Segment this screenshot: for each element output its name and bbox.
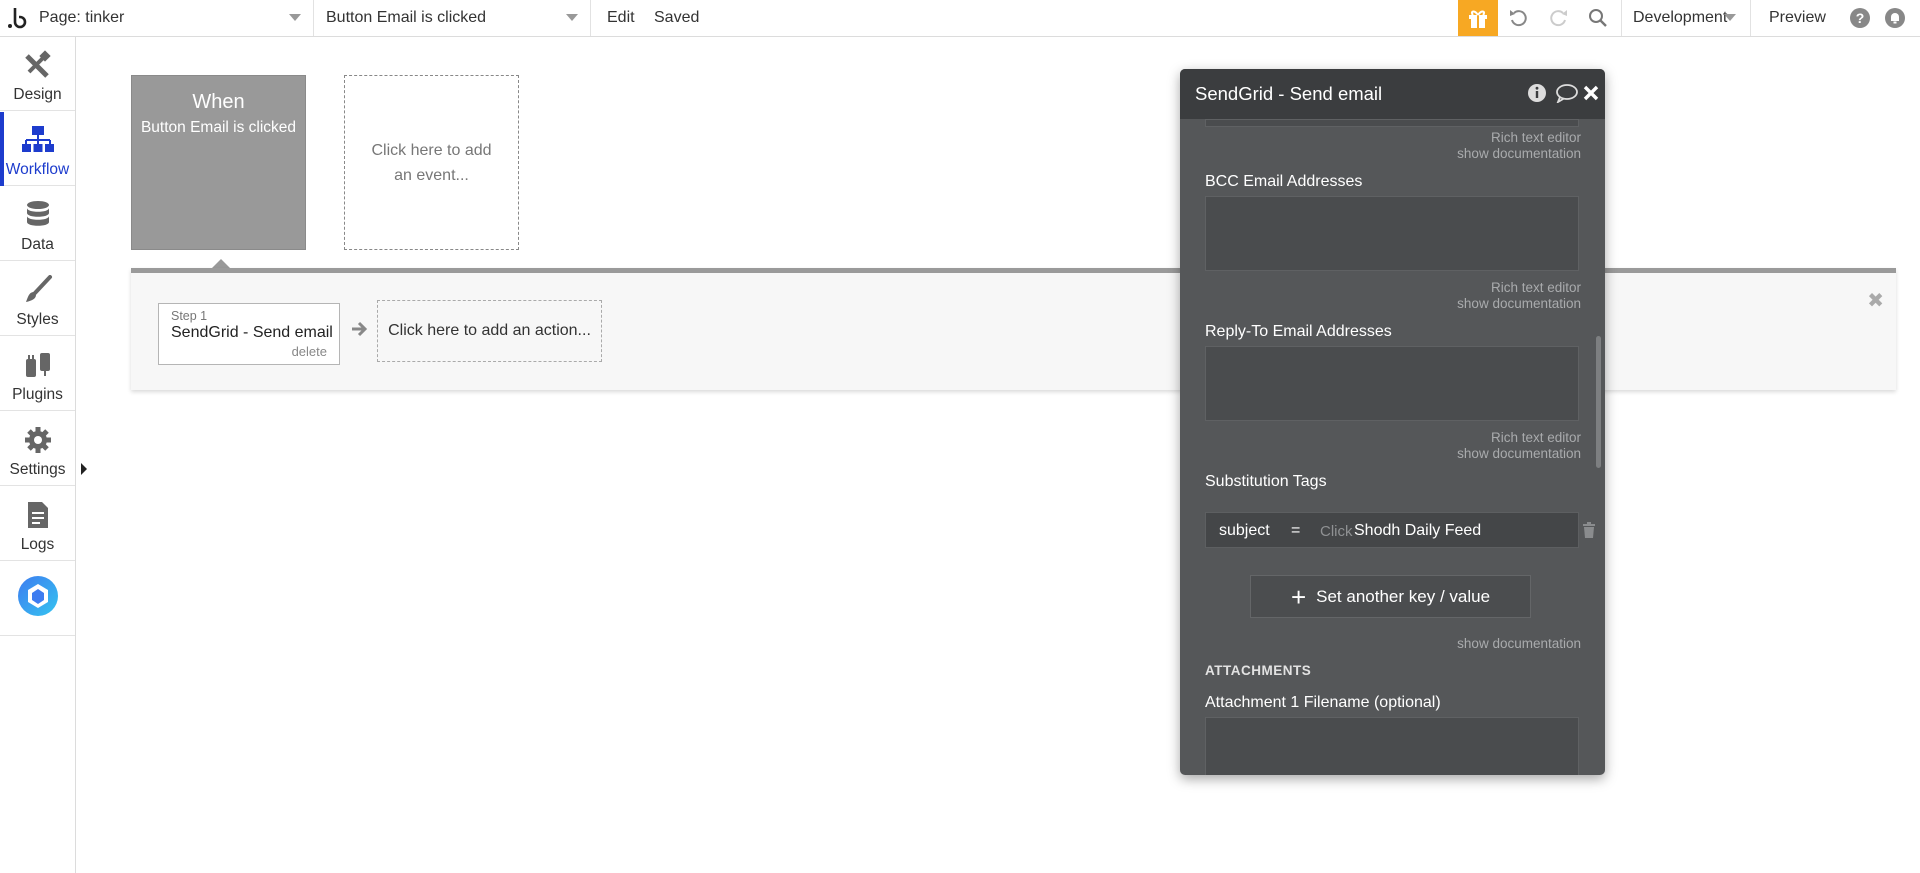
set-another-key-value-button[interactable]: + Set another key / value <box>1250 575 1531 618</box>
notifications-button[interactable] <box>1880 0 1910 36</box>
sidebar-item-label: Data <box>21 236 54 253</box>
bubble-logo-icon[interactable] <box>0 0 34 36</box>
attachments-heading: ATTACHMENTS <box>1205 663 1312 678</box>
undo-button[interactable] <box>1501 0 1537 36</box>
search-icon <box>1589 9 1607 27</box>
sidebar-item-label: Settings <box>9 461 66 478</box>
event-card-name: Button Email is clicked <box>140 119 297 136</box>
reply-to-label: Reply-To Email Addresses <box>1205 323 1392 340</box>
chevron-down-icon <box>289 14 301 21</box>
substitution-operator: = <box>1291 522 1301 539</box>
event-card[interactable]: When Button Email is clicked <box>131 75 306 250</box>
workflow-actions-row: ✖ Step 1 SendGrid - Send email delete Cl… <box>131 268 1896 390</box>
gift-button[interactable] <box>1458 0 1498 36</box>
search-button[interactable] <box>1580 0 1616 36</box>
sidebar-item-label: Design <box>13 86 62 103</box>
close-icon[interactable] <box>1583 85 1599 101</box>
workflow-step-card[interactable]: Step 1 SendGrid - Send email delete <box>158 303 340 365</box>
show-documentation-link[interactable]: show documentation <box>1457 296 1581 311</box>
substitution-tags-label: Substitution Tags <box>1205 473 1327 490</box>
sidebar-item-design[interactable]: Design <box>0 37 75 111</box>
show-documentation-link[interactable]: show documentation <box>1457 446 1581 461</box>
plus-icon: + <box>1290 581 1307 612</box>
step-number: Step 1 <box>171 309 208 323</box>
sidebar-item-logs[interactable]: Logs <box>0 487 75 561</box>
substitution-key[interactable]: subject <box>1219 522 1270 540</box>
set-another-label: Set another key / value <box>1316 586 1491 606</box>
document-icon <box>27 502 48 528</box>
rich-text-editor-link[interactable]: Rich text editor <box>1491 430 1581 445</box>
add-event-placeholder[interactable]: Click here to add an event... <box>344 75 519 250</box>
environment-selector[interactable]: Development <box>1621 0 1751 36</box>
help-button[interactable]: ? <box>1845 0 1875 36</box>
sidebar-item-workflow[interactable]: Workflow <box>0 112 75 186</box>
substitution-placeholder: Click <box>1320 523 1353 540</box>
design-icon <box>24 50 51 78</box>
trash-icon[interactable] <box>1582 522 1596 538</box>
attachment-1-filename-label: Attachment 1 Filename (optional) <box>1205 694 1441 711</box>
bcc-input[interactable] <box>1205 196 1579 271</box>
chevron-down-icon <box>1724 14 1736 21</box>
arrow-right-icon <box>352 321 368 337</box>
sidebar-item-plugins[interactable]: Plugins <box>0 337 75 411</box>
bcc-label: BCC Email Addresses <box>1205 173 1363 190</box>
save-status: Saved <box>654 9 700 26</box>
comment-icon[interactable] <box>1555 83 1579 103</box>
panel-body: Rich text editor show documentation BCC … <box>1180 119 1605 775</box>
sidebar-item-label: Plugins <box>12 386 63 403</box>
help-icon: ? <box>1850 8 1870 28</box>
bell-icon <box>1885 8 1905 28</box>
selected-event-pointer <box>212 259 230 268</box>
extension-logo-icon <box>17 575 58 616</box>
svg-text:?: ? <box>1856 10 1865 26</box>
action-property-editor: SendGrid - Send email Rich text editor s… <box>1180 69 1605 775</box>
panel-title: SendGrid - Send email <box>1195 83 1383 104</box>
info-icon[interactable] <box>1527 83 1547 103</box>
close-icon[interactable]: ✖ <box>1867 288 1884 313</box>
caret-right-icon[interactable] <box>81 463 87 475</box>
rich-text-editor-link[interactable]: Rich text editor <box>1491 130 1581 145</box>
workflow-icon <box>21 126 54 152</box>
top-bar: Page: tinker Button Email is clicked Edi… <box>0 0 1920 37</box>
sidebar-item-label: Workflow <box>5 161 70 178</box>
reply-to-input[interactable] <box>1205 346 1579 421</box>
edit-menu-button[interactable]: Edit <box>607 0 635 36</box>
substitution-tag-row[interactable]: subject = Click Shodh Daily Feed <box>1205 512 1579 548</box>
page-selector[interactable]: Page: tinker <box>34 0 314 36</box>
preview-link[interactable]: Preview <box>1769 0 1826 36</box>
delete-step-link[interactable]: delete <box>292 344 327 359</box>
add-action-placeholder[interactable]: Click here to add an action... <box>377 300 602 362</box>
redo-button[interactable] <box>1540 0 1576 36</box>
cc-input-bottom[interactable] <box>1205 119 1579 127</box>
sidebar-item-styles[interactable]: Styles <box>0 262 75 336</box>
substitution-value[interactable]: Shodh Daily Feed <box>1354 522 1481 540</box>
panel-scrollbar[interactable] <box>1596 336 1601 468</box>
redo-icon <box>1550 10 1567 27</box>
environment-label: Development <box>1633 9 1728 26</box>
left-sidebar: Design Workflow Data Styles Plugins Sett… <box>0 37 87 873</box>
gear-icon <box>24 427 51 453</box>
chevron-down-icon <box>566 14 578 21</box>
plug-icon <box>25 353 50 377</box>
show-documentation-link[interactable]: show documentation <box>1457 146 1581 161</box>
event-selector[interactable]: Button Email is clicked <box>315 0 591 36</box>
page-selector-label: Page: tinker <box>39 9 125 26</box>
event-selector-label: Button Email is clicked <box>326 9 487 26</box>
panel-header[interactable]: SendGrid - Send email <box>1180 69 1605 119</box>
rich-text-editor-link[interactable]: Rich text editor <box>1491 280 1581 295</box>
undo-icon <box>1510 10 1527 27</box>
sidebar-item-settings[interactable]: Settings <box>0 412 75 486</box>
sidebar-item-data[interactable]: Data <box>0 187 75 261</box>
brush-icon <box>25 275 52 302</box>
step-action-name: SendGrid - Send email <box>171 324 333 341</box>
database-icon <box>26 201 49 226</box>
show-documentation-link[interactable]: show documentation <box>1457 636 1581 651</box>
attachment-1-filename-input[interactable] <box>1205 717 1579 775</box>
sidebar-item-label: Logs <box>20 536 55 553</box>
sidebar-item-extension[interactable] <box>0 562 75 636</box>
gift-icon <box>1469 10 1487 28</box>
sidebar-item-label: Styles <box>16 311 59 328</box>
event-card-title: When <box>192 91 245 113</box>
